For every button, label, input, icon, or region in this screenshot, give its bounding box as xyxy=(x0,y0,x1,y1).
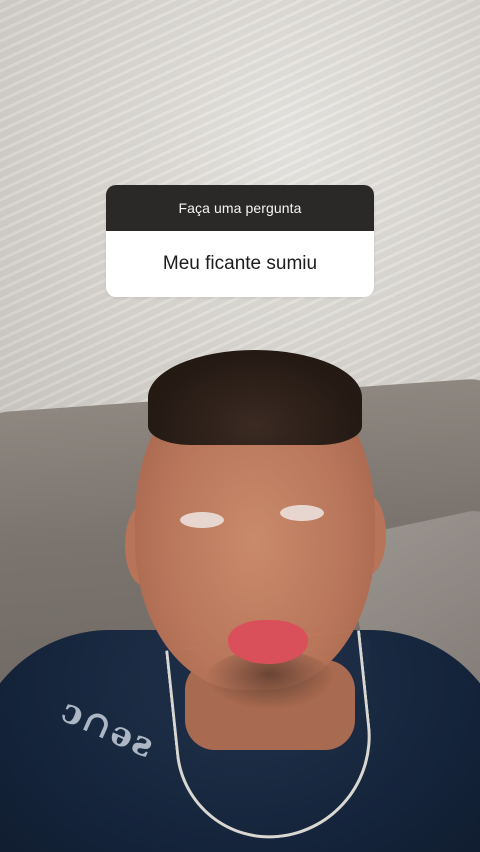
question-sticker[interactable]: Faça uma pergunta Meu ficante sumiu xyxy=(106,185,374,297)
person-eye-left xyxy=(180,512,224,528)
person-eye-right xyxy=(280,505,324,521)
question-sticker-answer: Meu ficante sumiu xyxy=(106,231,374,297)
story-view: ↄ∩ǝƨ Faça uma pergunta Meu ficante sumiu xyxy=(0,0,480,852)
question-sticker-header: Faça uma pergunta xyxy=(106,185,374,231)
person-hair xyxy=(148,350,362,445)
